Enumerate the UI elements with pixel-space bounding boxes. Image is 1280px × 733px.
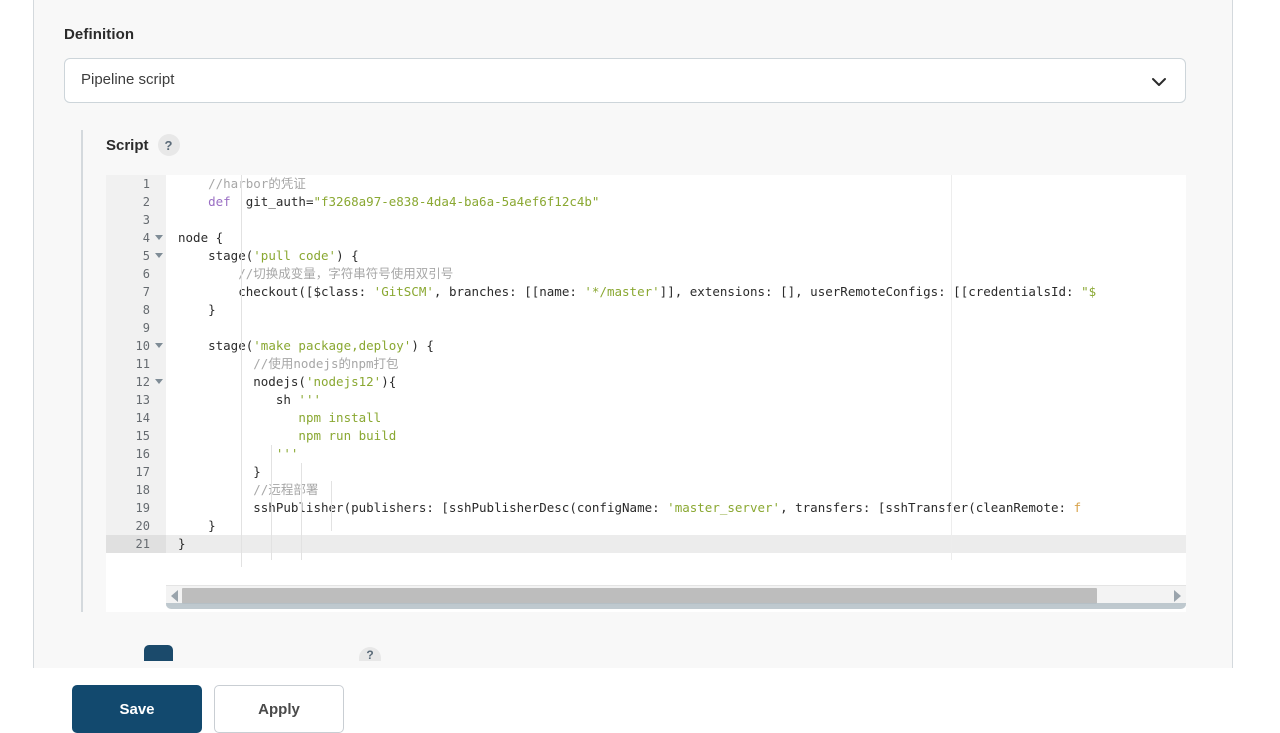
- code-line-text: npm run build: [298, 428, 397, 443]
- code-line[interactable]: 8 }: [106, 301, 1186, 319]
- line-number: 20: [106, 517, 166, 535]
- help-icon[interactable]: ?: [359, 647, 381, 661]
- arrow-right-icon[interactable]: [1174, 590, 1181, 602]
- code-line-text: //切换成变量，字符串符号使用双引号: [238, 266, 454, 281]
- code-line[interactable]: 18 //远程部署: [106, 481, 1186, 499]
- code-line[interactable]: 16 ''': [106, 445, 1186, 463]
- save-button[interactable]: Save: [72, 685, 202, 733]
- code-line[interactable]: 15 npm run build: [106, 427, 1186, 445]
- script-header: Script ?: [106, 130, 1186, 160]
- line-number: 10: [106, 337, 166, 355]
- line-number: 7: [106, 283, 166, 301]
- code-line[interactable]: 7 checkout([$class: 'GitSCM', branches: …: [106, 283, 1186, 301]
- line-number: 9: [106, 319, 166, 337]
- fold-triangle-icon[interactable]: [155, 343, 163, 348]
- code-line[interactable]: 21}: [106, 535, 1186, 553]
- code-line[interactable]: 3: [106, 211, 1186, 229]
- line-number: 5: [106, 247, 166, 265]
- arrow-left-icon[interactable]: [171, 590, 178, 602]
- script-label: Script: [106, 136, 149, 154]
- fold-triangle-icon[interactable]: [155, 235, 163, 240]
- code-line[interactable]: 14 npm install: [106, 409, 1186, 427]
- line-number: 2: [106, 193, 166, 211]
- line-number: 11: [106, 355, 166, 373]
- line-number: 8: [106, 301, 166, 319]
- code-line[interactable]: 20 }: [106, 517, 1186, 535]
- fold-triangle-icon[interactable]: [155, 253, 163, 258]
- code-line[interactable]: 11 //使用nodejs的npm打包: [106, 355, 1186, 373]
- code-line-text: node {: [178, 230, 224, 245]
- line-number: 21: [106, 535, 166, 553]
- code-line[interactable]: 19 sshPublisher(publishers: [sshPublishe…: [106, 499, 1186, 517]
- pipeline-config-page: Definition Pipeline script Script ? 1 //…: [0, 0, 1280, 733]
- line-number: 13: [106, 391, 166, 409]
- code-line-text: checkout([$class: 'GitSCM', branches: [[…: [178, 284, 1097, 299]
- line-number: 4: [106, 229, 166, 247]
- definition-select-value: Pipeline script: [81, 71, 175, 88]
- code-line-text: sh ''': [178, 392, 321, 407]
- line-number: 1: [106, 175, 166, 193]
- code-line[interactable]: 17 }: [106, 463, 1186, 481]
- code-line-text: }: [178, 518, 216, 533]
- code-line[interactable]: 2 def git_auth="f3268a97-e838-4da4-ba6a-…: [106, 193, 1186, 211]
- code-line[interactable]: 10 stage('make package,deploy') {: [106, 337, 1186, 355]
- code-line-text: stage('pull code') {: [178, 248, 359, 263]
- line-number: 3: [106, 211, 166, 229]
- scrollbar-shadow: [166, 603, 1186, 609]
- code-line-text: //远程部署: [253, 482, 319, 497]
- scrollbar-thumb[interactable]: [182, 588, 1097, 604]
- apply-button[interactable]: Apply: [214, 685, 344, 733]
- code-line[interactable]: 9: [106, 319, 1186, 337]
- code-line-text: }: [178, 464, 261, 479]
- fold-triangle-icon[interactable]: [155, 379, 163, 384]
- code-line-text: //harbor的凭证: [208, 176, 306, 191]
- definition-select[interactable]: Pipeline script: [64, 58, 1186, 103]
- line-number: 6: [106, 265, 166, 283]
- chevron-down-icon: [1152, 78, 1166, 86]
- code-line-text: sshPublisher(publishers: [sshPublisherDe…: [178, 500, 1082, 515]
- checkbox[interactable]: [144, 645, 173, 661]
- code-line[interactable]: 12 nodejs('nodejs12'){: [106, 373, 1186, 391]
- line-number: 19: [106, 499, 166, 517]
- code-line-text: npm install: [298, 410, 382, 425]
- code-line-text: }: [166, 535, 1186, 553]
- line-number: 15: [106, 427, 166, 445]
- config-panel: Definition Pipeline script Script ? 1 //…: [33, 0, 1233, 668]
- code-lines[interactable]: 1 //harbor的凭证 2 def git_auth="f3268a97-e8…: [106, 175, 1186, 553]
- script-section: Script ? 1 //harbor的凭证 2 def git_auth="f3…: [81, 130, 1186, 612]
- code-line[interactable]: 5 stage('pull code') {: [106, 247, 1186, 265]
- code-line-text: //使用nodejs的npm打包: [253, 356, 399, 371]
- definition-label: Definition: [64, 26, 135, 43]
- code-line-text: ''': [275, 446, 299, 461]
- line-number: 17: [106, 463, 166, 481]
- line-number: 12: [106, 373, 166, 391]
- code-line-text: }: [178, 302, 216, 317]
- line-number: 16: [106, 445, 166, 463]
- code-line-text: stage('make package,deploy') {: [178, 338, 434, 353]
- line-number: 14: [106, 409, 166, 427]
- code-line-text: [166, 211, 1186, 229]
- line-number: 18: [106, 481, 166, 499]
- code-line[interactable]: 1 //harbor的凭证: [106, 175, 1186, 193]
- code-line[interactable]: 6 //切换成变量，字符串符号使用双引号: [106, 265, 1186, 283]
- code-line[interactable]: 13 sh ''': [106, 391, 1186, 409]
- code-line-text: nodejs('nodejs12'){: [178, 374, 397, 389]
- help-icon[interactable]: ?: [157, 134, 180, 156]
- code-line-text: [166, 319, 1186, 337]
- code-line-text: def git_auth="f3268a97-e838-4da4-ba6a-5a…: [208, 194, 600, 209]
- form-footer: Save Apply: [0, 668, 1280, 733]
- code-line[interactable]: 4 node {: [106, 229, 1186, 247]
- code-editor[interactable]: 1 //harbor的凭证 2 def git_auth="f3268a97-e8…: [106, 175, 1186, 612]
